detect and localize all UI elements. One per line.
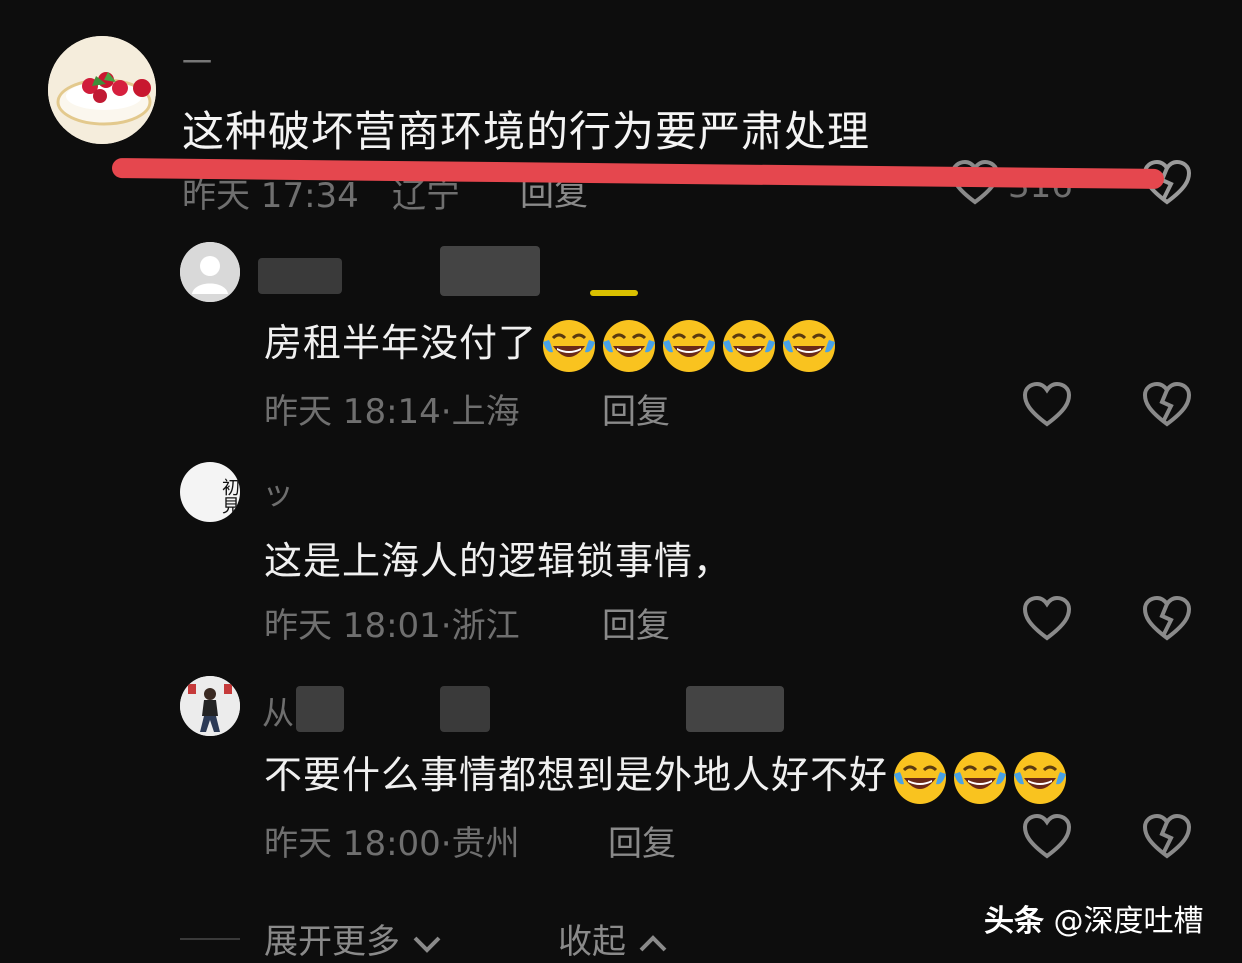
laughing-crying-emoji-icon	[541, 318, 597, 374]
reply-3-avatar[interactable]	[180, 676, 240, 736]
laughing-crying-emoji-icon	[1012, 750, 1068, 806]
laughing-crying-emoji-icon	[601, 318, 657, 374]
reply-1-time: 昨天 18:14·上海	[264, 392, 520, 432]
heart-icon[interactable]	[1022, 596, 1072, 642]
collapse-label: 收起	[558, 922, 626, 962]
reply-1-name-redacted-2	[440, 246, 540, 296]
reply-2-reply-button[interactable]: 回复	[602, 598, 670, 647]
chevron-up-icon	[639, 934, 667, 951]
reply-1-name-redacted-3	[590, 290, 638, 296]
main-commenter-avatar[interactable]	[48, 36, 156, 144]
watermark-account: @深度吐槽	[1053, 904, 1204, 939]
reply-2-name[interactable]: ッ	[262, 468, 294, 514]
reply-3-location: 贵州	[451, 824, 520, 864]
laughing-crying-emoji-icon	[661, 318, 717, 374]
chevron-down-icon	[413, 936, 441, 953]
reply-3-text-value: 不要什么事情都想到是外地人好不好	[264, 753, 889, 797]
reply-1-location: 上海	[451, 392, 520, 432]
laughing-crying-emoji-row	[537, 319, 837, 372]
reply-1-reply-button[interactable]: 回复	[602, 384, 670, 433]
reply-1-text: 房租半年没付了	[264, 312, 837, 374]
heart-icon[interactable]	[1022, 382, 1072, 428]
dislike-icon[interactable]	[1142, 382, 1192, 428]
reply-3-time: 昨天 18:00·贵州	[264, 824, 520, 864]
reply-2-avatar[interactable]: 初見	[180, 462, 240, 522]
reply-3-text: 不要什么事情都想到是外地人好不好	[264, 744, 1068, 806]
reply-3-name[interactable]: 从	[262, 688, 294, 734]
laughing-crying-emoji-icon	[781, 318, 837, 374]
laughing-crying-emoji-icon	[721, 318, 777, 374]
expand-more-button[interactable]: 展开更多	[264, 914, 443, 963]
dislike-icon[interactable]	[1142, 814, 1192, 860]
reply-2-text: 这是上海人的逻辑锁事情，	[264, 539, 733, 583]
reply-1-avatar[interactable]	[180, 242, 240, 302]
laughing-crying-emoji-icon	[892, 750, 948, 806]
main-commenter-name[interactable]: 一	[182, 38, 212, 82]
reply-2-time: 昨天 18:01·浙江	[264, 606, 520, 646]
reply-2-avatar-calligraphy: 初見	[219, 478, 240, 514]
watermark-brand: 头条	[984, 904, 1044, 939]
reply-3-name-redacted	[296, 686, 344, 732]
reply-2-time-value: 昨天 18:01	[264, 606, 441, 646]
reply-3-reply-button[interactable]: 回复	[608, 816, 676, 865]
reply-2-location: 浙江	[451, 606, 520, 646]
collapse-button[interactable]: 收起	[558, 914, 669, 963]
laughing-crying-emoji-row	[888, 751, 1068, 804]
reply-1-text-value: 房租半年没付了	[264, 321, 538, 365]
expand-more-label: 展开更多	[264, 922, 400, 962]
main-comment-time-value: 昨天 17:34	[182, 176, 359, 216]
dislike-icon[interactable]	[1142, 596, 1192, 642]
heart-icon[interactable]	[1022, 814, 1072, 860]
footer-divider	[180, 938, 240, 940]
main-comment-text: 这种破坏营商环境的行为要严肃处理	[182, 107, 871, 156]
reply-1-name-redacted	[258, 258, 342, 294]
reply-3-name-redacted-3	[686, 686, 784, 732]
reply-3-name-redacted-2	[440, 686, 490, 732]
watermark: 头条 @深度吐槽	[984, 896, 1204, 940]
reply-3-time-value: 昨天 18:00	[264, 824, 441, 864]
laughing-crying-emoji-icon	[952, 750, 1008, 806]
reply-1-time-value: 昨天 18:14	[264, 392, 441, 432]
